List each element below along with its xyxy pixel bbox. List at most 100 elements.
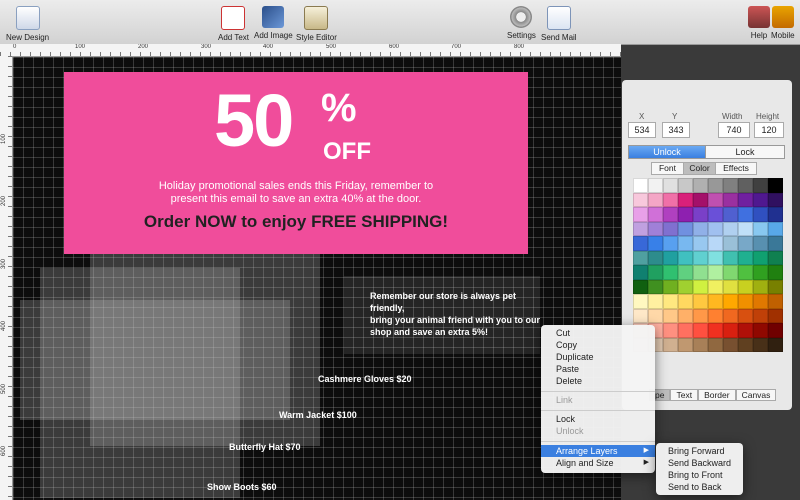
color-swatch[interactable]	[738, 279, 753, 294]
color-swatch[interactable]	[708, 221, 723, 236]
menu-item-send-to-back[interactable]: Send to Back	[656, 481, 743, 493]
color-swatch[interactable]	[768, 308, 783, 323]
mobile-button[interactable]: Mobile	[771, 2, 795, 42]
color-swatch[interactable]	[663, 337, 678, 352]
color-swatch[interactable]	[633, 294, 648, 309]
color-swatch[interactable]	[738, 337, 753, 352]
color-swatch[interactable]	[633, 265, 648, 280]
color-swatch[interactable]	[738, 294, 753, 309]
tab-border[interactable]: Border	[698, 389, 736, 401]
color-swatch[interactable]	[723, 337, 738, 352]
color-swatch[interactable]	[663, 294, 678, 309]
color-swatch[interactable]	[753, 308, 768, 323]
color-swatch[interactable]	[753, 178, 768, 193]
product-label-jacket[interactable]: Warm Jacket $100	[279, 410, 357, 420]
color-swatch[interactable]	[768, 294, 783, 309]
add-image-button[interactable]: Add Image	[254, 2, 293, 42]
color-swatch[interactable]	[693, 337, 708, 352]
color-swatch[interactable]	[738, 192, 753, 207]
color-palette[interactable]	[633, 178, 783, 352]
color-swatch[interactable]	[663, 279, 678, 294]
color-swatch[interactable]	[768, 221, 783, 236]
color-swatch[interactable]	[663, 265, 678, 280]
color-swatch[interactable]	[768, 207, 783, 222]
color-swatch[interactable]	[723, 265, 738, 280]
color-swatch[interactable]	[753, 207, 768, 222]
color-swatch[interactable]	[648, 250, 663, 265]
color-swatch[interactable]	[663, 250, 678, 265]
menu-item-lock[interactable]: Lock	[541, 413, 655, 425]
color-swatch[interactable]	[693, 207, 708, 222]
color-swatch[interactable]	[693, 294, 708, 309]
color-swatch[interactable]	[708, 337, 723, 352]
lock-segment[interactable]: Lock	[705, 145, 785, 159]
color-swatch[interactable]	[663, 323, 678, 338]
color-swatch[interactable]	[678, 250, 693, 265]
menu-item-paste[interactable]: Paste	[541, 363, 655, 375]
color-swatch[interactable]	[678, 308, 693, 323]
product-label-boots[interactable]: Show Boots $60	[207, 482, 277, 492]
color-swatch[interactable]	[753, 221, 768, 236]
color-swatch[interactable]	[708, 265, 723, 280]
color-swatch[interactable]	[738, 250, 753, 265]
color-swatch[interactable]	[633, 207, 648, 222]
color-swatch[interactable]	[648, 236, 663, 251]
color-swatch[interactable]	[768, 250, 783, 265]
tab-effects[interactable]: Effects	[715, 162, 757, 175]
settings-button[interactable]: Settings	[507, 2, 536, 42]
color-swatch[interactable]	[753, 265, 768, 280]
tab-color[interactable]: Color	[683, 162, 716, 175]
menu-item-cut[interactable]: Cut	[541, 327, 655, 339]
color-swatch[interactable]	[768, 323, 783, 338]
x-field[interactable]: 534	[628, 122, 656, 138]
menu-item-duplicate[interactable]: Duplicate	[541, 351, 655, 363]
color-swatch[interactable]	[648, 294, 663, 309]
color-swatch[interactable]	[678, 221, 693, 236]
color-swatch[interactable]	[723, 323, 738, 338]
image-block[interactable]	[20, 300, 290, 420]
menu-item-bring-forward[interactable]: Bring Forward	[656, 445, 743, 457]
color-swatch[interactable]	[633, 221, 648, 236]
color-swatch[interactable]	[663, 236, 678, 251]
color-swatch[interactable]	[633, 236, 648, 251]
color-swatch[interactable]	[708, 308, 723, 323]
color-swatch[interactable]	[648, 265, 663, 280]
pet-friendly-text[interactable]: Remember our store is always pet friendl…	[370, 290, 550, 338]
color-swatch[interactable]	[738, 221, 753, 236]
color-swatch[interactable]	[768, 178, 783, 193]
color-swatch[interactable]	[768, 192, 783, 207]
color-swatch[interactable]	[723, 294, 738, 309]
color-swatch[interactable]	[753, 192, 768, 207]
menu-item-align-and-size[interactable]: Align and Size ▶	[541, 457, 655, 469]
color-swatch[interactable]	[768, 236, 783, 251]
color-swatch[interactable]	[678, 265, 693, 280]
color-swatch[interactable]	[693, 265, 708, 280]
menu-item-arrange-layers[interactable]: Arrange Layers ▶	[541, 445, 655, 457]
color-swatch[interactable]	[633, 250, 648, 265]
product-label-hat[interactable]: Butterfly Hat $70	[229, 442, 301, 452]
color-swatch[interactable]	[723, 178, 738, 193]
color-swatch[interactable]	[633, 178, 648, 193]
color-swatch[interactable]	[693, 308, 708, 323]
width-field[interactable]: 740	[718, 122, 750, 138]
color-swatch[interactable]	[693, 279, 708, 294]
tab-text[interactable]: Text	[670, 389, 699, 401]
color-swatch[interactable]	[738, 265, 753, 280]
color-swatch[interactable]	[738, 308, 753, 323]
color-swatch[interactable]	[738, 207, 753, 222]
send-mail-button[interactable]: Send Mail	[541, 2, 577, 42]
color-swatch[interactable]	[678, 279, 693, 294]
color-swatch[interactable]	[693, 221, 708, 236]
color-swatch[interactable]	[723, 250, 738, 265]
color-swatch[interactable]	[678, 337, 693, 352]
color-swatch[interactable]	[648, 192, 663, 207]
color-swatch[interactable]	[693, 178, 708, 193]
color-swatch[interactable]	[753, 337, 768, 352]
color-swatch[interactable]	[708, 192, 723, 207]
color-swatch[interactable]	[738, 178, 753, 193]
color-swatch[interactable]	[768, 265, 783, 280]
menu-item-copy[interactable]: Copy	[541, 339, 655, 351]
add-text-button[interactable]: Add Text	[218, 2, 249, 42]
color-swatch[interactable]	[648, 279, 663, 294]
color-swatch[interactable]	[723, 207, 738, 222]
